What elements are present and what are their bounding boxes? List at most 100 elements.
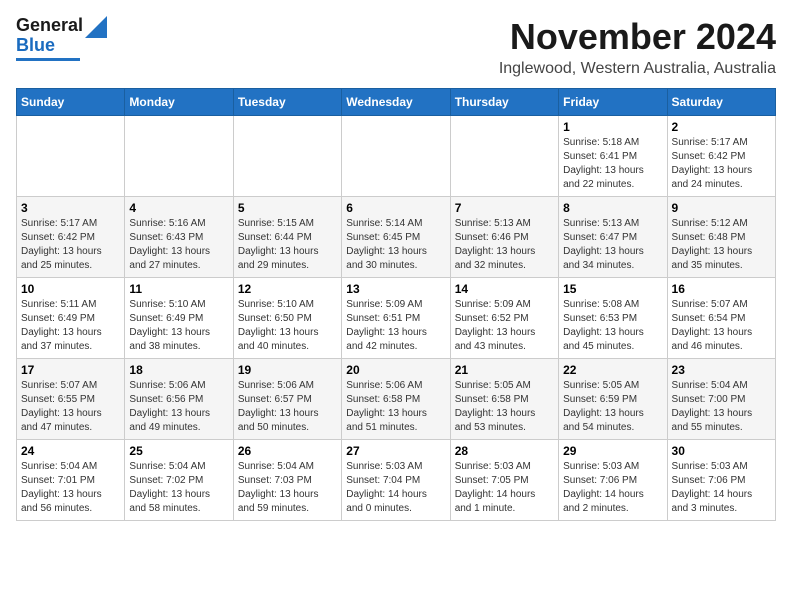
calendar-cell: 22 Sunrise: 5:05 AMSunset: 6:59 PMDayligh… bbox=[559, 359, 667, 440]
day-info: Sunrise: 5:17 AMSunset: 6:42 PMDaylight:… bbox=[672, 136, 771, 192]
header-cell-wednesday: Wednesday bbox=[342, 89, 450, 116]
day-number: 15 bbox=[563, 282, 662, 296]
calendar-cell: 11Sunrise: 5:10 AMSunset: 6:49 PMDayligh… bbox=[125, 278, 233, 359]
logo: GeneralBlue bbox=[16, 16, 107, 61]
day-info: Sunrise: 5:18 AMSunset: 6:41 PMDaylight:… bbox=[563, 136, 662, 192]
day-info: Sunrise: 5:13 AMSunset: 6:46 PMDaylight:… bbox=[455, 217, 554, 273]
calendar-cell: 6 Sunrise: 5:14 AMSunset: 6:45 PMDaylight… bbox=[342, 197, 450, 278]
day-info: Sunrise: 5:11 AMSunset: 6:49 PMDaylight:… bbox=[21, 298, 120, 354]
calendar-cell: 12Sunrise: 5:10 AMSunset: 6:50 PMDayligh… bbox=[233, 278, 341, 359]
day-number: 27 bbox=[346, 444, 445, 458]
calendar-cell: 24 Sunrise: 5:04 AMSunset: 7:01 PMDayligh… bbox=[17, 440, 125, 521]
day-number: 25 bbox=[129, 444, 228, 458]
logo-icon bbox=[85, 16, 107, 38]
calendar-cell: 10Sunrise: 5:11 AMSunset: 6:49 PMDayligh… bbox=[17, 278, 125, 359]
day-info: Sunrise: 5:07 AMSunset: 6:54 PMDaylight:… bbox=[672, 298, 771, 354]
header-cell-sunday: Sunday bbox=[17, 89, 125, 116]
calendar-cell: 27 Sunrise: 5:03 AMSunset: 7:04 PMDayligh… bbox=[342, 440, 450, 521]
day-number: 23 bbox=[672, 363, 771, 377]
day-number: 20 bbox=[346, 363, 445, 377]
day-number: 6 bbox=[346, 201, 445, 215]
calendar-cell: 4 Sunrise: 5:16 AMSunset: 6:43 PMDaylight… bbox=[125, 197, 233, 278]
week-row-3: 10Sunrise: 5:11 AMSunset: 6:49 PMDayligh… bbox=[17, 278, 776, 359]
day-info: Sunrise: 5:17 AMSunset: 6:42 PMDaylight:… bbox=[21, 217, 120, 273]
day-number: 29 bbox=[563, 444, 662, 458]
day-info: Sunrise: 5:06 AMSunset: 6:58 PMDaylight:… bbox=[346, 379, 445, 435]
header-cell-saturday: Saturday bbox=[667, 89, 775, 116]
day-info: Sunrise: 5:13 AMSunset: 6:47 PMDaylight:… bbox=[563, 217, 662, 273]
calendar-cell: 19 Sunrise: 5:06 AMSunset: 6:57 PMDayligh… bbox=[233, 359, 341, 440]
day-number: 24 bbox=[21, 444, 120, 458]
header-cell-monday: Monday bbox=[125, 89, 233, 116]
header-cell-thursday: Thursday bbox=[450, 89, 558, 116]
calendar-cell: 5Sunrise: 5:15 AMSunset: 6:44 PMDaylight… bbox=[233, 197, 341, 278]
day-info: Sunrise: 5:14 AMSunset: 6:45 PMDaylight:… bbox=[346, 217, 445, 273]
calendar-cell: 9Sunrise: 5:12 AMSunset: 6:48 PMDaylight… bbox=[667, 197, 775, 278]
calendar-cell: 21 Sunrise: 5:05 AMSunset: 6:58 PMDayligh… bbox=[450, 359, 558, 440]
day-number: 7 bbox=[455, 201, 554, 215]
calendar-body: 1 Sunrise: 5:18 AMSunset: 6:41 PMDaylight… bbox=[17, 116, 776, 521]
day-info: Sunrise: 5:03 AMSunset: 7:05 PMDaylight:… bbox=[455, 460, 554, 516]
calendar-cell bbox=[125, 116, 233, 197]
calendar-cell: 29 Sunrise: 5:03 AMSunset: 7:06 PMDayligh… bbox=[559, 440, 667, 521]
day-number: 19 bbox=[238, 363, 337, 377]
day-number: 1 bbox=[563, 120, 662, 134]
day-number: 18 bbox=[129, 363, 228, 377]
day-info: Sunrise: 5:04 AMSunset: 7:01 PMDaylight:… bbox=[21, 460, 120, 516]
title-section: November 2024 Inglewood, Western Austral… bbox=[499, 16, 776, 78]
day-number: 5 bbox=[238, 201, 337, 215]
calendar-cell: 1 Sunrise: 5:18 AMSunset: 6:41 PMDaylight… bbox=[559, 116, 667, 197]
day-info: Sunrise: 5:16 AMSunset: 6:43 PMDaylight:… bbox=[129, 217, 228, 273]
calendar-cell bbox=[17, 116, 125, 197]
day-info: Sunrise: 5:09 AMSunset: 6:51 PMDaylight:… bbox=[346, 298, 445, 354]
day-number: 13 bbox=[346, 282, 445, 296]
calendar-cell: 30 Sunrise: 5:03 AMSunset: 7:06 PMDayligh… bbox=[667, 440, 775, 521]
day-info: Sunrise: 5:04 AMSunset: 7:03 PMDaylight:… bbox=[238, 460, 337, 516]
subtitle: Inglewood, Western Australia, Australia bbox=[499, 60, 776, 78]
calendar-cell: 17Sunrise: 5:07 AMSunset: 6:55 PMDayligh… bbox=[17, 359, 125, 440]
calendar-cell: 14Sunrise: 5:09 AMSunset: 6:52 PMDayligh… bbox=[450, 278, 558, 359]
day-info: Sunrise: 5:05 AMSunset: 6:59 PMDaylight:… bbox=[563, 379, 662, 435]
day-info: Sunrise: 5:06 AMSunset: 6:57 PMDaylight:… bbox=[238, 379, 337, 435]
calendar-cell: 13 Sunrise: 5:09 AMSunset: 6:51 PMDayligh… bbox=[342, 278, 450, 359]
day-info: Sunrise: 5:08 AMSunset: 6:53 PMDaylight:… bbox=[563, 298, 662, 354]
header-cell-friday: Friday bbox=[559, 89, 667, 116]
day-info: Sunrise: 5:05 AMSunset: 6:58 PMDaylight:… bbox=[455, 379, 554, 435]
calendar-cell: 7 Sunrise: 5:13 AMSunset: 6:46 PMDaylight… bbox=[450, 197, 558, 278]
calendar-cell: 26Sunrise: 5:04 AMSunset: 7:03 PMDayligh… bbox=[233, 440, 341, 521]
day-info: Sunrise: 5:03 AMSunset: 7:06 PMDaylight:… bbox=[563, 460, 662, 516]
day-info: Sunrise: 5:06 AMSunset: 6:56 PMDaylight:… bbox=[129, 379, 228, 435]
logo-text: GeneralBlue bbox=[16, 16, 83, 56]
day-info: Sunrise: 5:03 AMSunset: 7:06 PMDaylight:… bbox=[672, 460, 771, 516]
calendar-cell: 8 Sunrise: 5:13 AMSunset: 6:47 PMDaylight… bbox=[559, 197, 667, 278]
calendar-table: SundayMondayTuesdayWednesdayThursdayFrid… bbox=[16, 88, 776, 521]
day-number: 21 bbox=[455, 363, 554, 377]
calendar-cell: 2 Sunrise: 5:17 AMSunset: 6:42 PMDaylight… bbox=[667, 116, 775, 197]
week-row-5: 24 Sunrise: 5:04 AMSunset: 7:01 PMDayligh… bbox=[17, 440, 776, 521]
day-number: 16 bbox=[672, 282, 771, 296]
header-row: SundayMondayTuesdayWednesdayThursdayFrid… bbox=[17, 89, 776, 116]
day-number: 30 bbox=[672, 444, 771, 458]
calendar-cell: 15 Sunrise: 5:08 AMSunset: 6:53 PMDayligh… bbox=[559, 278, 667, 359]
day-number: 2 bbox=[672, 120, 771, 134]
calendar-cell: 25 Sunrise: 5:04 AMSunset: 7:02 PMDayligh… bbox=[125, 440, 233, 521]
day-info: Sunrise: 5:12 AMSunset: 6:48 PMDaylight:… bbox=[672, 217, 771, 273]
main-title: November 2024 bbox=[499, 16, 776, 58]
day-number: 4 bbox=[129, 201, 228, 215]
calendar-cell bbox=[450, 116, 558, 197]
day-info: Sunrise: 5:10 AMSunset: 6:50 PMDaylight:… bbox=[238, 298, 337, 354]
day-info: Sunrise: 5:07 AMSunset: 6:55 PMDaylight:… bbox=[21, 379, 120, 435]
header-cell-tuesday: Tuesday bbox=[233, 89, 341, 116]
day-info: Sunrise: 5:04 AMSunset: 7:02 PMDaylight:… bbox=[129, 460, 228, 516]
day-number: 14 bbox=[455, 282, 554, 296]
calendar-cell: 28Sunrise: 5:03 AMSunset: 7:05 PMDayligh… bbox=[450, 440, 558, 521]
day-info: Sunrise: 5:03 AMSunset: 7:04 PMDaylight:… bbox=[346, 460, 445, 516]
week-row-2: 3Sunrise: 5:17 AMSunset: 6:42 PMDaylight… bbox=[17, 197, 776, 278]
week-row-1: 1 Sunrise: 5:18 AMSunset: 6:41 PMDaylight… bbox=[17, 116, 776, 197]
week-row-4: 17Sunrise: 5:07 AMSunset: 6:55 PMDayligh… bbox=[17, 359, 776, 440]
calendar-cell: 23Sunrise: 5:04 AMSunset: 7:00 PMDayligh… bbox=[667, 359, 775, 440]
day-info: Sunrise: 5:10 AMSunset: 6:49 PMDaylight:… bbox=[129, 298, 228, 354]
day-number: 8 bbox=[563, 201, 662, 215]
calendar-cell: 20 Sunrise: 5:06 AMSunset: 6:58 PMDayligh… bbox=[342, 359, 450, 440]
day-number: 22 bbox=[563, 363, 662, 377]
